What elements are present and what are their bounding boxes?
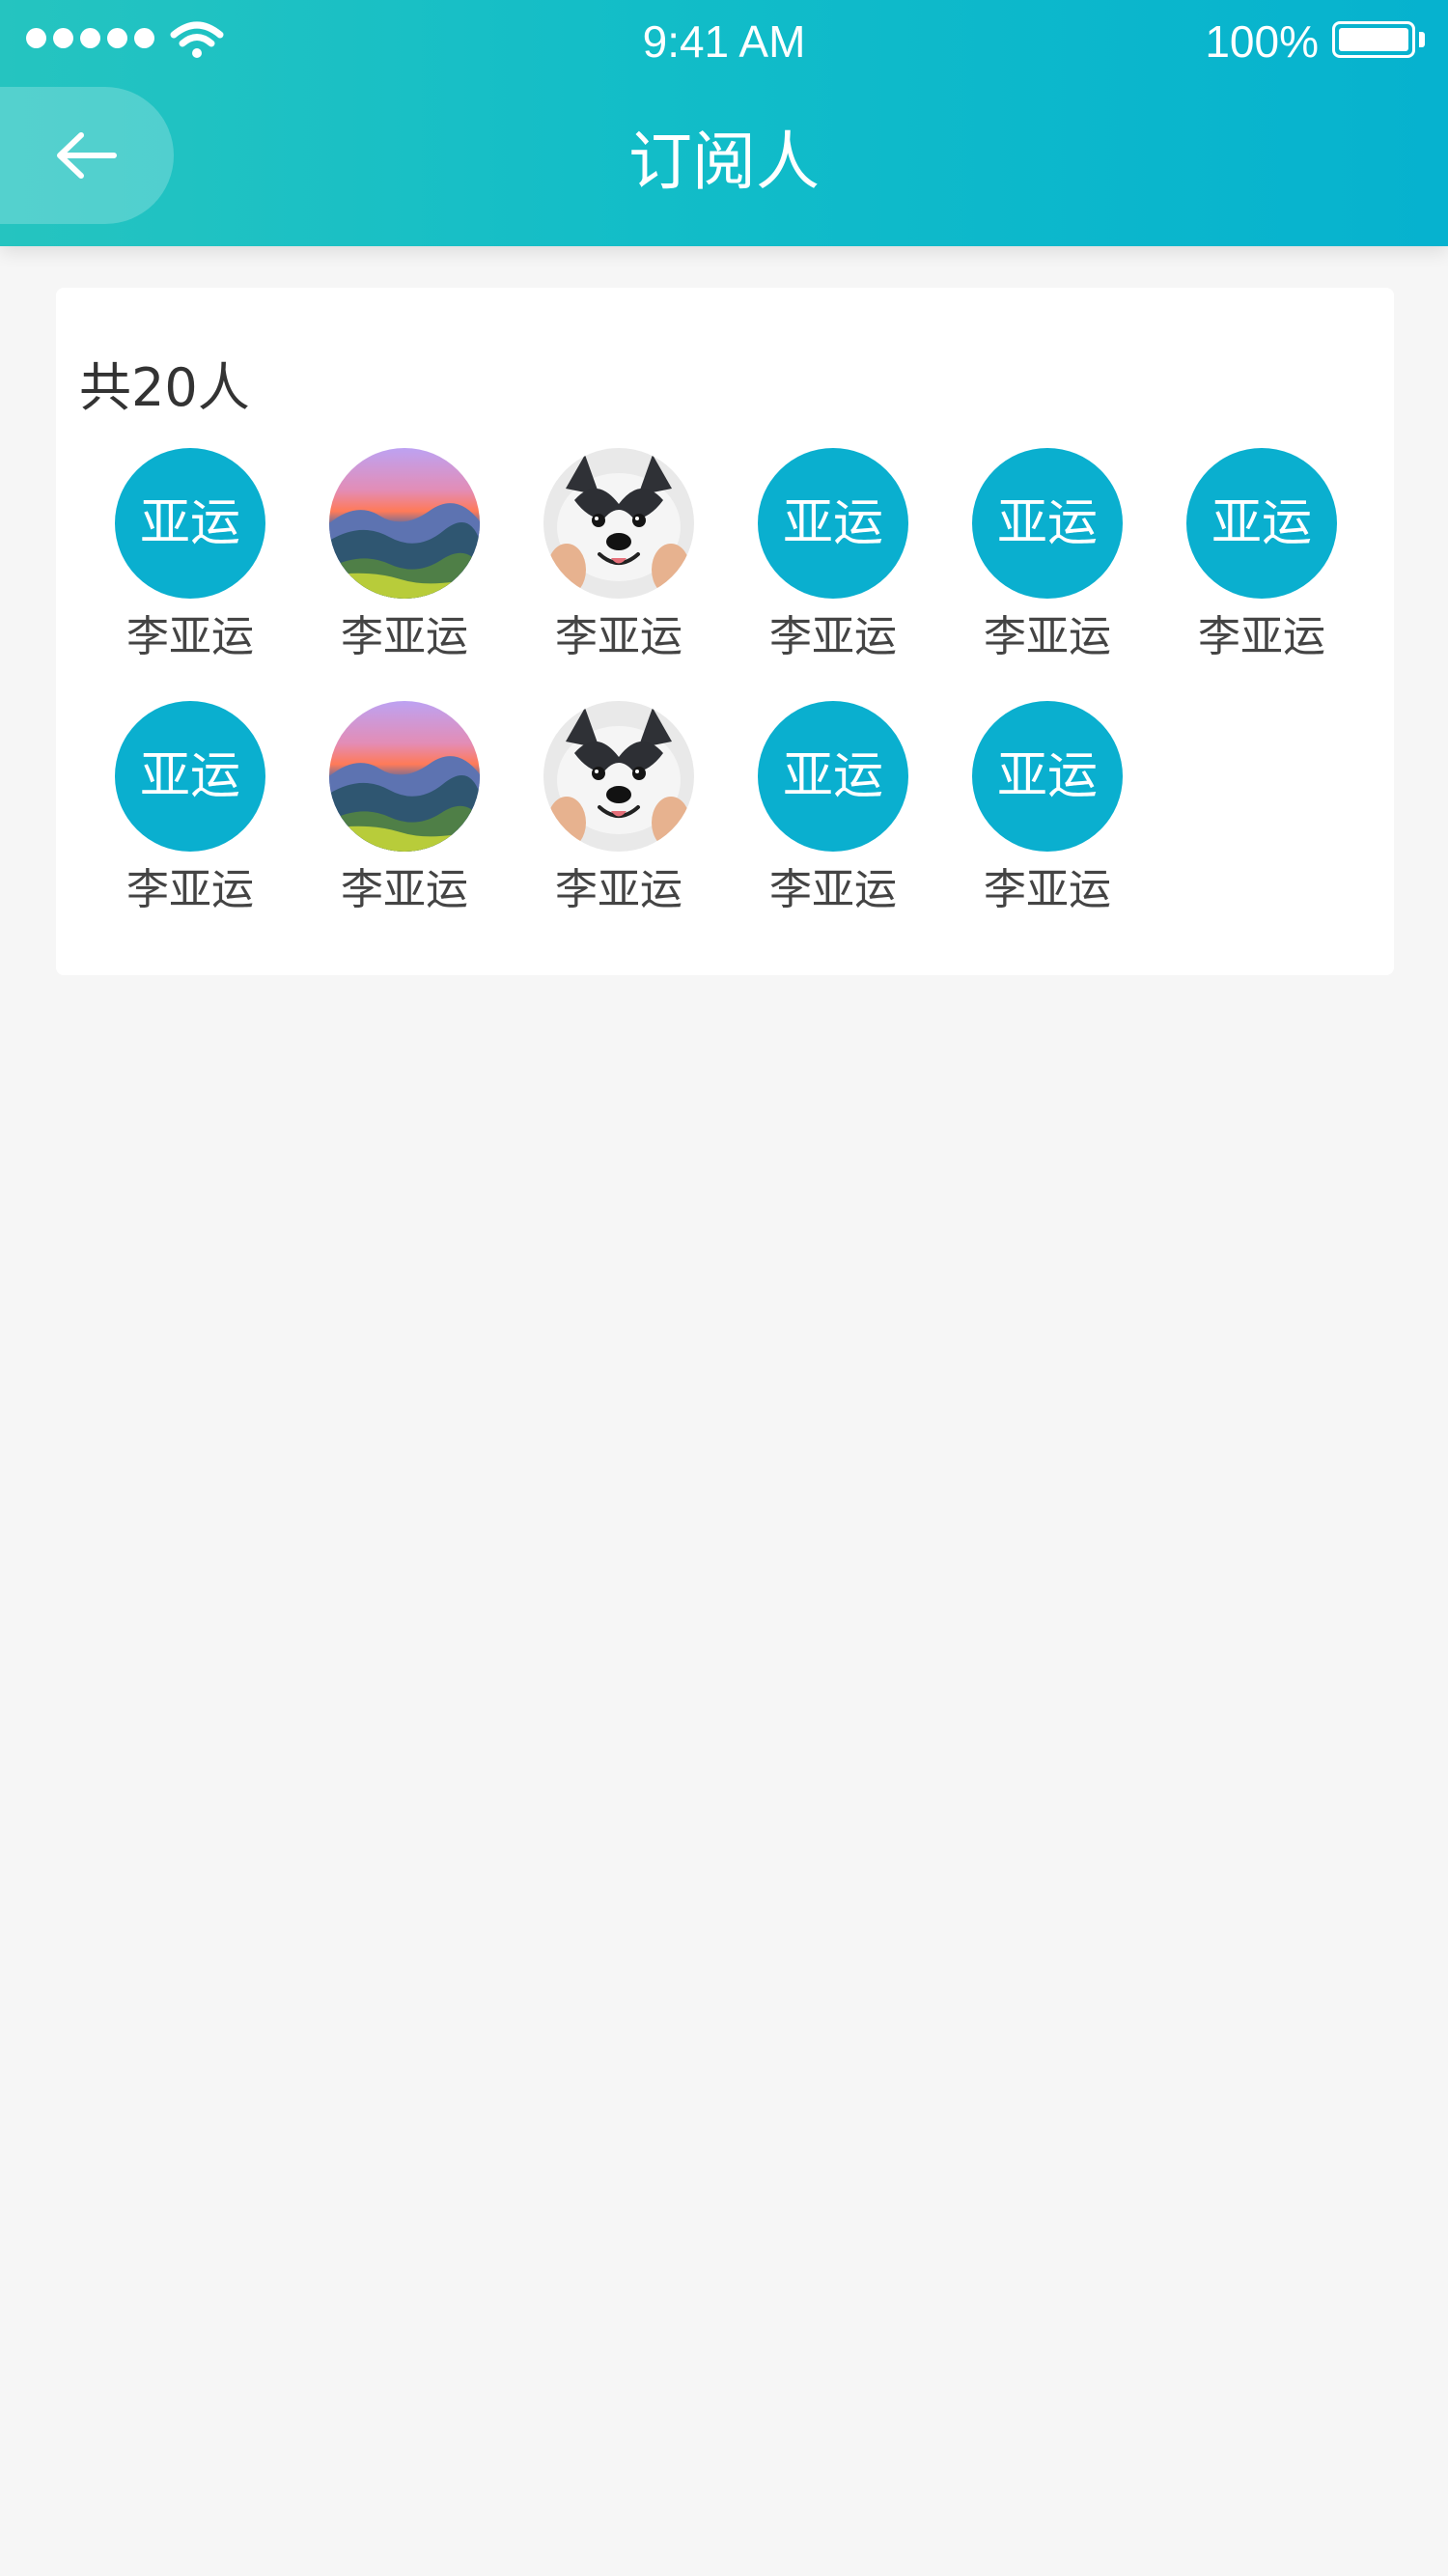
subscriber-item[interactable]: 亚运 李亚运 — [726, 701, 940, 923]
avatar-initials: 亚运 — [782, 747, 883, 805]
subscriber-name: 李亚运 — [126, 612, 254, 661]
dog-image — [543, 701, 694, 852]
avatar — [329, 701, 480, 852]
battery-icon — [1332, 21, 1415, 58]
battery-tip — [1419, 32, 1425, 47]
subscriber-item[interactable]: 亚运 李亚运 — [1155, 448, 1369, 670]
avatar: 亚运 — [115, 448, 265, 599]
avatar — [329, 448, 480, 599]
subscriber-count: 共20人 — [79, 357, 250, 418]
page-title: 订阅人 — [628, 125, 820, 199]
avatar-initials: 亚运 — [139, 747, 240, 805]
landscape-image — [329, 701, 480, 852]
avatar: 亚运 — [758, 448, 908, 599]
subscriber-name: 李亚运 — [341, 865, 468, 914]
subscriber-name: 李亚运 — [126, 865, 254, 914]
subscriber-item[interactable]: 李亚运 — [512, 448, 726, 670]
subscriber-name: 李亚运 — [769, 612, 897, 661]
subscriber-name: 李亚运 — [984, 612, 1111, 661]
subscriber-item[interactable]: 亚运 李亚运 — [940, 701, 1155, 923]
subscriber-name: 李亚运 — [555, 865, 682, 914]
avatar-initials: 亚运 — [139, 494, 240, 552]
avatar — [543, 448, 694, 599]
subscriber-item[interactable]: 亚运 李亚运 — [83, 701, 297, 923]
battery-fill — [1339, 28, 1408, 51]
status-bar: 9:41 AM 100% — [0, 0, 1448, 81]
subscriber-name: 李亚运 — [984, 865, 1111, 914]
subscriber-name: 李亚运 — [769, 865, 897, 914]
avatar: 亚运 — [972, 448, 1123, 599]
subscriber-item[interactable]: 亚运 李亚运 — [940, 448, 1155, 670]
subscriber-item[interactable]: 李亚运 — [297, 448, 512, 670]
subscriber-item[interactable]: 亚运 李亚运 — [83, 448, 297, 670]
subscriber-name: 李亚运 — [341, 612, 468, 661]
dog-image — [543, 448, 694, 599]
subscriber-item[interactable]: 李亚运 — [297, 701, 512, 923]
subscriber-name: 李亚运 — [1198, 612, 1325, 661]
subscriber-item[interactable]: 亚运 李亚运 — [726, 448, 940, 670]
subscriber-name: 李亚运 — [555, 612, 682, 661]
avatar: 亚运 — [758, 701, 908, 852]
avatar-initials: 亚运 — [996, 747, 1098, 805]
avatar: 亚运 — [115, 701, 265, 852]
avatar-initials: 亚运 — [996, 494, 1098, 552]
battery-percentage: 100% — [1205, 16, 1319, 67]
landscape-image — [329, 448, 480, 599]
avatar-initials: 亚运 — [782, 494, 883, 552]
app-header: 9:41 AM 100% 订阅人 — [0, 0, 1448, 246]
avatar — [543, 701, 694, 852]
avatar: 亚运 — [972, 701, 1123, 852]
subscriber-item[interactable]: 李亚运 — [512, 701, 726, 923]
avatar: 亚运 — [1186, 448, 1337, 599]
avatar-initials: 亚运 — [1211, 494, 1312, 552]
